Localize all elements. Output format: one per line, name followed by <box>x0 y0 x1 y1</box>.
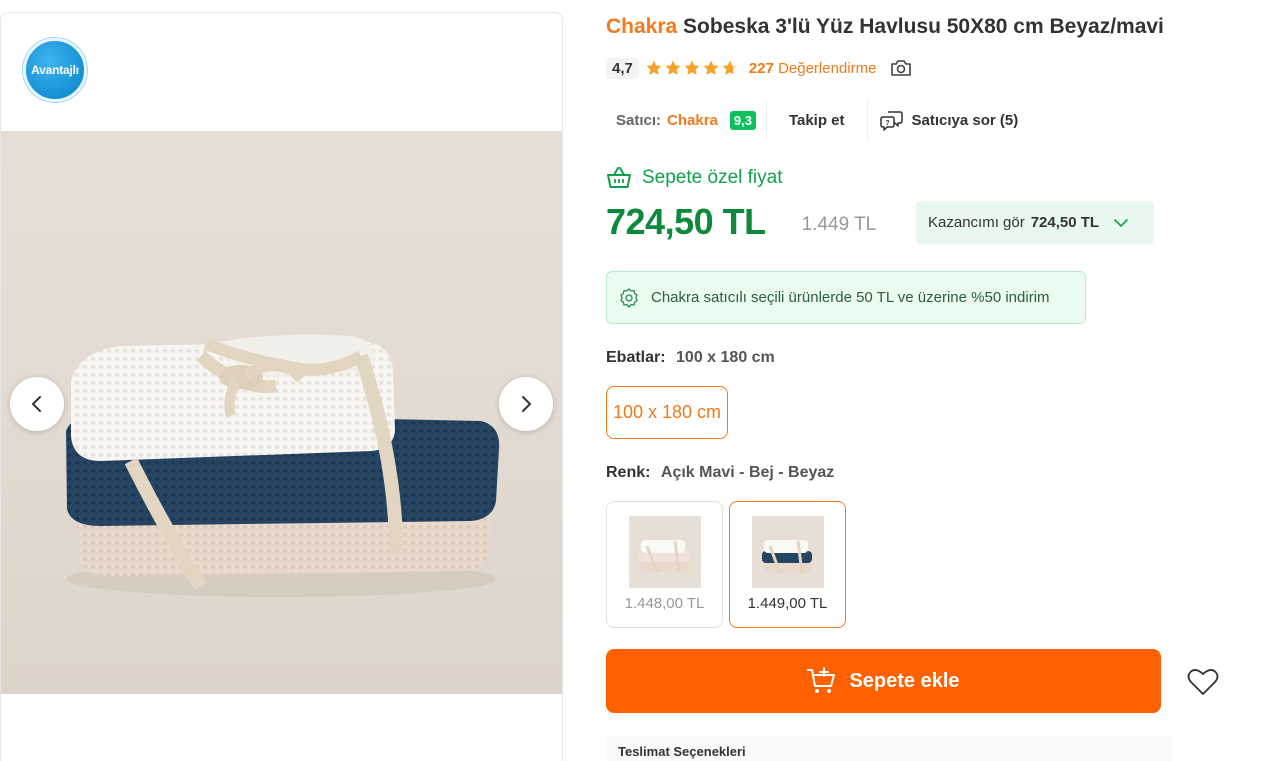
discounted-price: 724,50 TL <box>606 201 766 242</box>
product-image[interactable] <box>1 131 562 694</box>
ask-seller-button[interactable]: ? Satıcıya sor (5) <box>868 109 1031 131</box>
star-icon <box>684 60 700 75</box>
review-count: 227 <box>748 59 774 77</box>
advantage-badge: Avantajlı <box>23 38 87 102</box>
rating-summary: 4,7 227 Değerlendirme <box>606 56 912 80</box>
special-price-text: Sepete özel fiyat <box>642 167 783 188</box>
variant-price: 1.448,00 TL <box>624 595 705 612</box>
cart-plus-icon <box>807 667 836 693</box>
star-icon <box>646 60 662 75</box>
color-label: Renk: <box>606 464 651 481</box>
follow-button[interactable]: Takip et <box>767 112 867 129</box>
delivery-options-header: Teslimat Seçenekleri <box>606 736 1172 761</box>
variant-thumbnail <box>629 516 701 588</box>
earnings-value: 724,50 TL <box>1030 214 1100 231</box>
color-variant-option-selected[interactable]: 1.449,00 TL <box>729 501 846 628</box>
chevron-left-icon <box>32 396 41 412</box>
product-gallery: Avantajlı <box>0 12 563 761</box>
basket-icon <box>607 167 631 188</box>
promo-text: Chakra satıcılı seçili ürünlerde 50 TL v… <box>651 289 1050 306</box>
size-selected: 100 x 180 cm <box>676 349 775 366</box>
add-to-cart-label: Sepete ekle <box>849 669 960 692</box>
star-icon <box>703 60 719 75</box>
advantage-badge-label: Avantajlı <box>31 63 79 77</box>
earnings-dropdown[interactable]: Kazancımı gör 724,50 TL <box>916 201 1154 244</box>
brand-link[interactable]: Chakra <box>606 15 677 38</box>
review-label: Değerlendirme <box>778 59 877 77</box>
seller-label: Satıcı: <box>616 111 662 129</box>
ask-seller-label: Satıcıya sor (5) <box>911 111 1019 129</box>
star-half-icon <box>722 60 738 75</box>
seller-name-link[interactable]: Chakra <box>667 112 718 129</box>
earnings-label: Kazancımı gör <box>928 214 1025 231</box>
original-price: 1.449 TL <box>801 214 877 235</box>
rating-stars[interactable] <box>645 59 739 77</box>
gallery-prev-button[interactable] <box>10 377 64 431</box>
heart-icon <box>1187 669 1219 695</box>
discount-badge-icon <box>620 287 638 308</box>
color-selected: Açık Mavi - Bej - Beyaz <box>660 464 835 481</box>
variant-thumbnail <box>752 516 824 588</box>
seller-bar: Satıcı: Chakra 9,3 Takip et ? Satıcıya s… <box>606 100 1030 140</box>
star-icon <box>665 60 681 75</box>
towel-stack-illustration <box>66 334 500 597</box>
chevron-right-icon <box>522 396 531 412</box>
variant-price: 1.449,00 TL <box>747 595 828 612</box>
price-row: 724,50 TL 1.449 TL <box>606 200 876 244</box>
reviews-link[interactable]: 227 Değerlendirme <box>749 60 877 77</box>
add-to-cart-button[interactable]: Sepete ekle <box>606 649 1161 713</box>
promo-banner[interactable]: Chakra satıcılı seçili ürünlerde 50 TL v… <box>606 271 1086 324</box>
gallery-next-button[interactable] <box>499 377 553 431</box>
color-variant-option[interactable]: 1.448,00 TL <box>606 501 723 628</box>
seller-score-badge: 9,3 <box>729 110 756 130</box>
chevron-down-icon <box>1113 218 1129 228</box>
svg-text:?: ? <box>885 120 889 127</box>
camera-icon[interactable] <box>890 59 912 77</box>
size-label: Ebatlar: <box>606 349 666 366</box>
product-name: Sobeska 3'lü Yüz Havlusu 50X80 cm Beyaz/… <box>683 15 1164 38</box>
rating-score: 4,7 <box>606 57 639 79</box>
color-label-row: Renk: Açık Mavi - Bej - Beyaz <box>606 464 834 482</box>
favorite-button[interactable] <box>1183 662 1223 702</box>
size-option-100x180[interactable]: 100 x 180 cm <box>606 386 728 439</box>
special-price-label: Sepete özel fiyat <box>606 166 782 190</box>
seller-info: Satıcı: Chakra 9,3 <box>606 100 766 140</box>
chat-bubbles-icon: ? <box>879 111 903 131</box>
size-label-row: Ebatlar: 100 x 180 cm <box>606 349 775 367</box>
product-title: Chakra Sobeska 3'lü Yüz Havlusu 50X80 cm… <box>606 15 1164 39</box>
